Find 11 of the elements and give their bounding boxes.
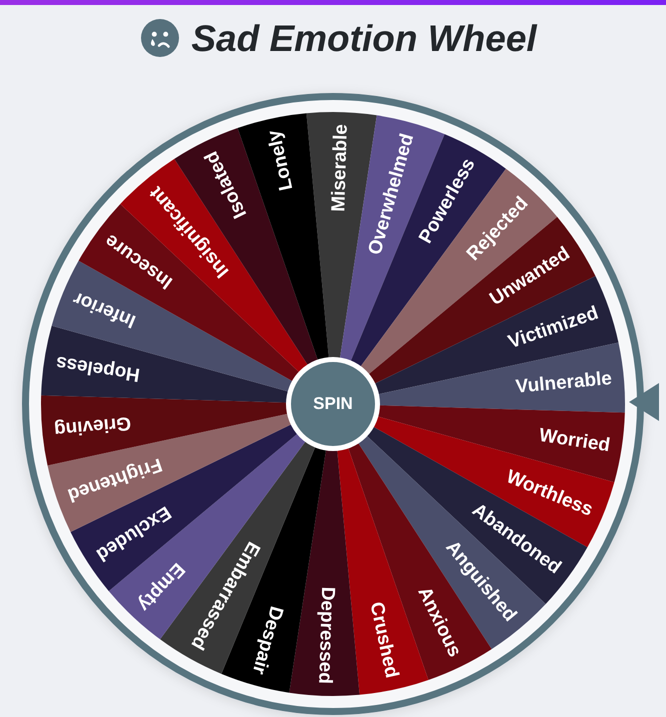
emotion-label: Lonely bbox=[264, 128, 298, 192]
emotion-label: Miserable bbox=[328, 124, 352, 212]
emotion-label: Crushed bbox=[365, 600, 402, 680]
emotion-label: Worried bbox=[538, 424, 612, 456]
emotion-label: Depressed bbox=[314, 586, 338, 684]
emotion-label: Vulnerable bbox=[514, 368, 613, 398]
page-title: Sad Emotion Wheel bbox=[191, 20, 537, 56]
emotion-label: Grieving bbox=[53, 412, 132, 440]
emotion-label: Hopeless bbox=[54, 352, 142, 386]
sad-face-icon bbox=[141, 19, 180, 57]
pointer-icon bbox=[629, 383, 659, 421]
